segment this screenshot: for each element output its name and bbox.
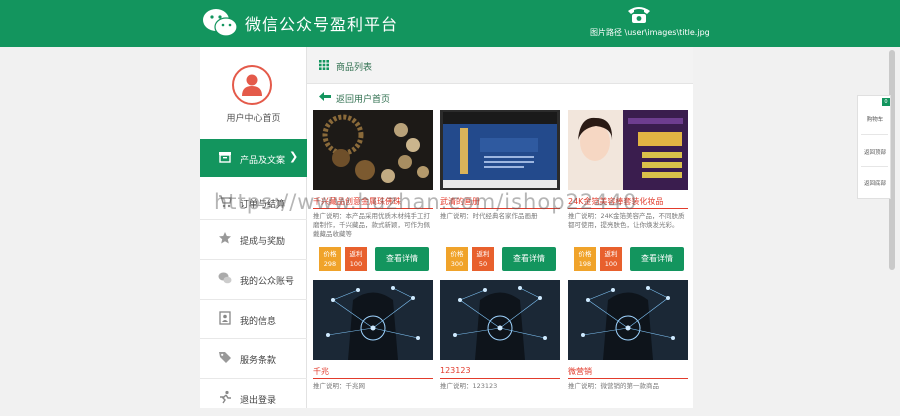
sidebar-item-orders[interactable]: 订单与结算 <box>200 183 307 221</box>
back-to-bottom-button[interactable]: 返回底部 <box>858 179 892 187</box>
view-details-button[interactable]: 查看详情 <box>502 247 556 271</box>
chevron-right-icon: ❯ <box>289 150 299 163</box>
price-label: 价格 <box>578 250 592 258</box>
sidebar-item-label: 产品及文案 <box>240 156 286 166</box>
rebate-label: 返利 <box>604 250 618 258</box>
sidebar-item-label: 订单与结算 <box>240 200 286 210</box>
divider <box>440 378 560 379</box>
sidebar-item-terms[interactable]: 服务条款 <box>200 338 307 376</box>
box-icon <box>219 152 231 163</box>
price-label: 价格 <box>323 250 337 258</box>
section-title: 商品列表 <box>336 63 373 73</box>
product-image[interactable] <box>568 110 688 190</box>
cart-count-badge: 0 <box>882 98 890 106</box>
price-value: 198 <box>578 260 592 268</box>
user-icon <box>242 74 262 96</box>
product-name[interactable]: 微营销 <box>568 366 592 377</box>
divider <box>861 134 888 135</box>
product-image[interactable] <box>313 280 433 360</box>
rebate-value: 50 <box>478 260 488 268</box>
sidebar-item-accounts[interactable]: 我的公众账号 <box>200 259 307 297</box>
product-description: 推广说明：本产品采用优质木材纯手工打磨制作，千兴藏品，款式新颖，可作为佩戴藏品收… <box>313 212 430 238</box>
product-image[interactable] <box>568 280 688 360</box>
rebate-badge: 返利 50 <box>472 247 494 271</box>
product-name[interactable]: 千兴藏品创意金属珠佛珠 <box>313 196 401 207</box>
platform-title: 微信公众号盈利平台 <box>245 15 399 34</box>
sidebar: 用户中心首页 产品及文案 ❯ 订单与结算 提成与奖励 我的公众账号 我的信息 服… <box>200 47 307 408</box>
product-image[interactable] <box>440 280 560 360</box>
rebate-label: 返利 <box>349 250 363 258</box>
product-description: 推广说明：24K金箔美容产品，不同肤质都可使用，提亮肤色，让你焕发光彩。 <box>568 212 685 229</box>
product-image[interactable] <box>313 110 433 190</box>
top-header: 微信公众号盈利平台 图片路径 \user\images\title.jpg <box>0 0 900 47</box>
phone-icon <box>628 7 650 23</box>
view-details-button[interactable]: 查看详情 <box>630 247 684 271</box>
sidebar-item-label: 服务条款 <box>240 356 277 366</box>
tag-icon <box>219 352 231 363</box>
arrow-left-icon[interactable] <box>319 92 331 101</box>
sidebar-item-rewards[interactable]: 提成与奖励 <box>200 219 307 257</box>
divider <box>313 208 433 209</box>
divider <box>568 378 688 379</box>
price-badge: 价格 300 <box>446 247 468 271</box>
sidebar-item-label: 我的公众账号 <box>240 277 295 287</box>
product-description: 推广说明：时代经典名家作品画册 <box>440 212 538 220</box>
sidebar-item-label: 退出登录 <box>240 396 277 406</box>
price-badge: 价格 198 <box>574 247 596 271</box>
sidebar-item-label: 我的信息 <box>240 317 277 327</box>
price-value: 300 <box>450 260 464 268</box>
back-to-home-link[interactable]: 返回用户首页 <box>336 92 390 105</box>
profile-icon <box>219 311 231 325</box>
sidebar-item-products[interactable]: 产品及文案 ❯ <box>200 139 307 177</box>
grid-icon <box>319 60 329 70</box>
divider <box>861 166 888 167</box>
view-details-button[interactable]: 查看详情 <box>375 247 429 271</box>
float-cart-button[interactable]: 购物车 <box>858 115 892 123</box>
section-header: 商品列表 <box>307 47 693 84</box>
product-name[interactable]: 123123 <box>440 366 471 375</box>
sidebar-item-logout[interactable]: 退出登录 <box>200 378 307 416</box>
rebate-value: 100 <box>604 260 618 268</box>
wechat-icon <box>203 9 238 37</box>
sidebar-item-label: 提成与奖励 <box>240 237 286 247</box>
product-name[interactable]: 武清的画册 <box>440 196 480 207</box>
product-image[interactable] <box>440 110 560 190</box>
divider <box>440 208 560 209</box>
sidebar-item-profile[interactable]: 我的信息 <box>200 299 307 337</box>
product-list-panel: 商品列表 返回用户首页 千兴藏品创意金属珠佛珠 推广说明：本产品采用优质木材纯手… <box>307 47 693 408</box>
price-value: 298 <box>323 260 337 268</box>
divider <box>568 208 688 209</box>
price-badge: 价格 298 <box>319 247 341 271</box>
floating-toolbar: 0 购物车 返回顶部 返回底部 <box>857 95 891 199</box>
chat-icon <box>218 272 232 284</box>
back-to-top-button[interactable]: 返回顶部 <box>858 148 892 156</box>
rebate-badge: 返利 100 <box>345 247 367 271</box>
product-name[interactable]: 千兆 <box>313 366 329 377</box>
divider <box>313 378 433 379</box>
image-path-label: 图片路径 \user\images\title.jpg <box>590 28 710 37</box>
run-icon <box>220 390 231 404</box>
price-label: 价格 <box>450 250 464 258</box>
rebate-value: 100 <box>349 260 363 268</box>
product-name[interactable]: 24K金箔美容棒套装化妆品 <box>568 196 663 207</box>
rebate-label: 返利 <box>476 250 490 258</box>
rebate-badge: 返利 100 <box>600 247 622 271</box>
user-center-link[interactable]: 用户中心首页 <box>200 111 307 124</box>
cart-icon <box>219 195 232 208</box>
user-avatar[interactable] <box>232 65 272 105</box>
star-icon <box>219 232 231 244</box>
